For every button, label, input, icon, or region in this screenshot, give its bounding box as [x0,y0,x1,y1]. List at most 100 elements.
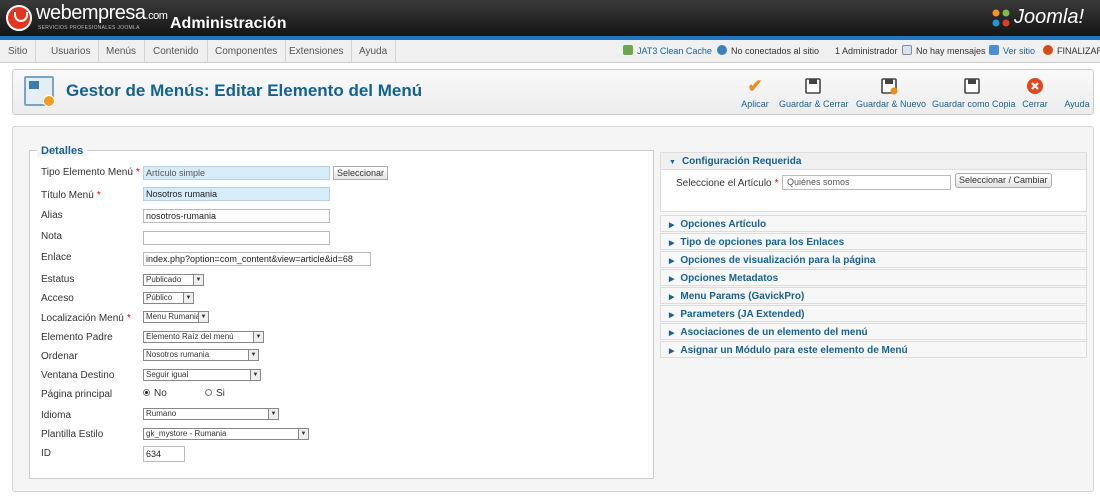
status-select[interactable]: Publicado ▼ [143,274,204,286]
toolbar: Gestor de Menús: Editar Elemento del Men… [12,69,1094,115]
radio-icon [205,389,212,396]
panel-article-options[interactable]: ▶ Opciones Artículo [660,215,1087,232]
caret-right-icon: ▶ [669,276,675,283]
panel-module-assignment[interactable]: ▶ Asignar un Módulo para este elemento de… [660,341,1087,358]
template-style-label: Plantilla Estilo [41,429,104,440]
view-site-link[interactable]: Ver sitio [989,40,1035,63]
title-label: Título Menú * [41,190,101,201]
radio-selected-icon [143,389,150,396]
page-title: Gestor de Menús: Editar Elemento del Men… [66,81,423,100]
caret-right-icon: ▶ [669,294,675,301]
webempresa-logo-icon[interactable] [6,5,32,31]
caret-down-icon: ▼ [669,159,676,166]
save-copy-button[interactable]: Guardar como Copia [932,70,1016,116]
save-icon [962,77,982,95]
details-legend: Detalles [37,145,88,157]
status-label: Estatus [41,274,75,285]
menu-item-menus[interactable]: Menús [98,40,146,63]
power-icon [1043,45,1053,55]
menu-item-extensiones[interactable]: Extensiones [281,40,353,63]
menu-item-type-field[interactable]: Artículo simple [143,166,330,180]
note-label: Nota [41,231,63,242]
main-menu-bar: Sitio Usuarios Menús Contenido Component… [0,40,1100,63]
home-page-label: Página principal [41,389,113,400]
caret-right-icon: ▶ [669,312,675,319]
chevron-down-icon: ▼ [253,332,263,342]
panel-link-type-options[interactable]: ▶ Tipo de opciones para los Enlaces [660,233,1087,250]
menu-item-contenido[interactable]: Contenido [145,40,208,63]
monitor-icon [989,45,999,55]
menu-item-usuarios[interactable]: Usuarios [43,40,100,63]
site-users-status: No conectados al sitio [717,40,819,63]
top-header: webempresa.com SERVICIOS PROFESIONALES J… [0,0,1100,36]
chevron-down-icon: ▼ [268,409,278,419]
parent-item-select[interactable]: Elemento Raíz del menú ▼ [143,331,264,343]
logout-link[interactable]: FINALIZAR [1043,40,1100,63]
save-close-button[interactable]: Guardar & Cerrar [779,70,849,116]
home-no-radio[interactable]: No [143,388,167,399]
menu-manager-icon [24,76,55,107]
id-field: 634 [143,446,185,462]
caret-right-icon: ▶ [669,330,675,337]
close-icon [1025,77,1045,95]
save-new-button[interactable]: Guardar & Nuevo [856,70,926,116]
template-style-select[interactable]: gk_mystore - Rumania ▼ [143,428,309,440]
select-type-button[interactable]: Seleccionar [333,166,389,180]
caret-right-icon: ▶ [669,348,675,355]
link-input[interactable]: index.php?option=com_content&view=articl… [143,252,371,266]
caret-right-icon: ▶ [669,222,675,229]
menu-title-input[interactable]: Nosotros rumania [143,187,330,201]
save-icon [803,77,823,95]
menu-item-ayuda[interactable]: Ayuda [351,40,397,63]
target-window-select[interactable]: Seguir igual ▼ [143,369,261,381]
access-label: Acceso [41,293,74,304]
alias-label: Alias [41,210,63,221]
order-select[interactable]: Nosotros rumania ▼ [143,349,259,361]
brand-name[interactable]: webempresa.com [36,2,168,25]
caret-right-icon: ▶ [669,240,675,247]
chevron-down-icon: ▼ [193,275,203,285]
messages-status[interactable]: No hay mensajes [902,40,986,63]
help-button[interactable]: Ayuda [1063,70,1091,116]
admin-title: Administración [170,15,287,32]
language-label: Idioma [41,410,72,421]
users-icon [717,45,727,55]
menu-item-sitio[interactable]: Sitio [0,40,37,63]
note-input[interactable] [143,231,330,245]
chevron-down-icon: ▼ [248,350,258,360]
panel-ja-parameters[interactable]: ▶ Parameters (JA Extended) [660,305,1087,322]
save-icon [879,77,899,95]
home-yes-radio[interactable]: Si [205,388,225,399]
order-label: Ordenar [41,351,78,362]
chevron-down-icon: ▼ [298,429,308,439]
target-window-label: Ventana Destino [41,370,115,381]
clean-cache-icon [623,45,633,55]
id-label: ID [41,448,51,459]
admins-status: 1 Administrador [835,46,898,56]
access-select[interactable]: Público ▼ [143,292,194,304]
select-article-label: Seleccione el Artículo * [676,178,779,189]
article-field[interactable]: Quiénes somos [782,175,951,190]
type-label: Tipo Elemento Menú * [41,167,140,178]
joomla-logo-icon [992,9,1010,27]
brand-tagline: SERVICIOS PROFESIONALES JOOMLA [38,25,140,31]
chevron-down-icon: ▼ [198,312,208,322]
joomla-logo[interactable]: Joomla! [1014,6,1084,29]
panel-metadata-options[interactable]: ▶ Opciones Metadatos [660,269,1087,286]
panel-associations[interactable]: ▶ Asociaciones de un elemento del menú [660,323,1087,340]
menu-item-componentes[interactable]: Componentes [207,40,287,63]
chevron-down-icon: ▼ [183,293,193,303]
mail-icon [902,45,912,55]
close-button[interactable]: Cerrar [1020,70,1050,116]
select-change-button[interactable]: Seleccionar / Cambiar [955,173,1052,188]
caret-right-icon: ▶ [669,258,675,265]
menu-location-select[interactable]: Menu Rumania ▼ [143,311,209,323]
chevron-down-icon: ▼ [250,370,260,380]
language-select[interactable]: Rumano ▼ [143,408,279,420]
alias-input[interactable]: nosotros-rumania [143,209,330,223]
apply-button[interactable]: ✔ Aplicar [740,70,770,116]
panel-menu-params[interactable]: ▶ Menu Params (GavickPro) [660,287,1087,304]
required-config-header[interactable]: ▼ Configuración Requerida [661,153,1086,170]
clean-cache-link[interactable]: JAT3 Clean Cache [623,40,712,63]
panel-page-display-options[interactable]: ▶ Opciones de visualización para la págin… [660,251,1087,268]
